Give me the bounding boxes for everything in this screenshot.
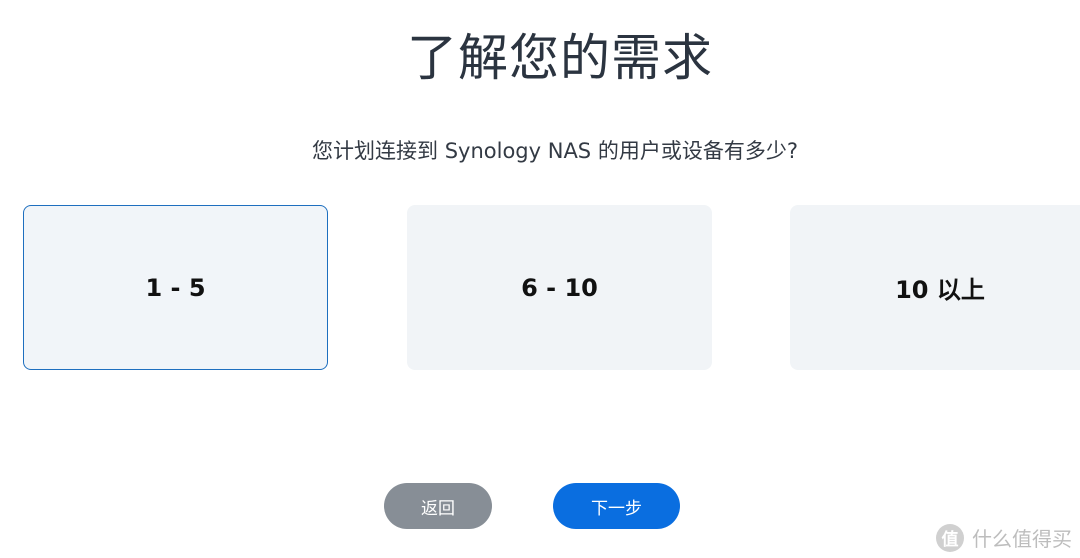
option-label: 1 - 5 bbox=[145, 273, 206, 302]
watermark-text: 什么值得买 bbox=[972, 527, 1072, 551]
page-title: 了解您的需求 bbox=[407, 29, 713, 87]
option-card-1-5[interactable]: 1 - 5 bbox=[23, 205, 328, 370]
option-card-6-10[interactable]: 6 - 10 bbox=[407, 205, 712, 370]
option-label: 10 以上 bbox=[895, 276, 985, 304]
setup-wizard-page: 了解您的需求 您计划连接到 Synology NAS 的用户或设备有多少? 1 … bbox=[0, 0, 1080, 558]
back-button[interactable]: 返回 bbox=[384, 483, 492, 529]
watermark-logo-icon: 值 bbox=[936, 523, 964, 552]
next-button[interactable]: 下一步 bbox=[553, 483, 680, 529]
question-text: 您计划连接到 Synology NAS 的用户或设备有多少? bbox=[312, 139, 798, 163]
option-label: 6 - 10 bbox=[521, 273, 598, 302]
option-card-10-plus[interactable]: 10 以上 bbox=[790, 205, 1080, 370]
watermark: 值 什么值得买 bbox=[936, 523, 1072, 552]
